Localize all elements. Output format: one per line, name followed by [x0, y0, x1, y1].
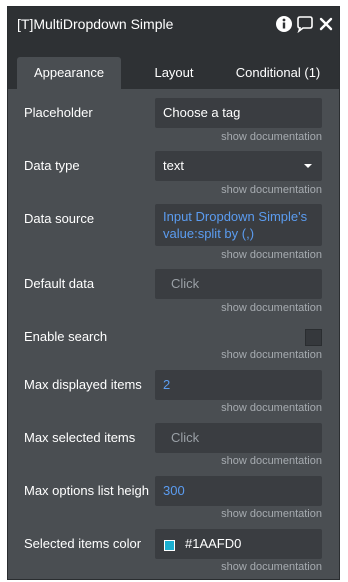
data-source-label: Data source: [24, 211, 95, 226]
tab-appearance[interactable]: Appearance: [17, 57, 121, 89]
max-selected-doc-link[interactable]: show documentation: [221, 455, 322, 467]
data-source-doc-link[interactable]: show documentation: [221, 249, 322, 261]
placeholder-doc-link[interactable]: show documentation: [221, 131, 322, 143]
color-swatch: [164, 540, 175, 551]
tab-bar: Appearance Layout Conditional (1): [8, 43, 339, 89]
selected-color-picker[interactable]: #1AAFD0: [155, 529, 322, 559]
enable-search-doc-link[interactable]: show documentation: [221, 349, 322, 361]
default-data-label: Default data: [24, 276, 95, 291]
data-type-dropdown[interactable]: text: [155, 151, 322, 181]
enable-search-label: Enable search: [24, 329, 108, 344]
max-displayed-doc-link[interactable]: show documentation: [221, 402, 322, 414]
placeholder-label: Placeholder: [24, 105, 93, 120]
selected-color-label: Selected items color: [24, 536, 142, 551]
property-editor-panel: [T]MultiDropdown Simple Appearance Layou…: [7, 6, 340, 580]
max-options-height-input[interactable]: 300: [155, 476, 322, 506]
max-displayed-input[interactable]: 2: [155, 370, 322, 400]
max-displayed-label: Max displayed items: [24, 377, 142, 392]
max-options-height-label: Max options list heigh: [24, 483, 150, 498]
default-data-doc-link[interactable]: show documentation: [221, 302, 322, 314]
default-data-input[interactable]: Click: [155, 269, 322, 299]
data-source-line-2: value:split by (,): [163, 226, 255, 241]
max-options-height-doc-link[interactable]: show documentation: [221, 508, 322, 520]
max-selected-label: Max selected items: [24, 430, 136, 445]
selected-color-value: #1AAFD0: [185, 536, 242, 551]
titlebar-icons: [272, 15, 335, 33]
enable-search-checkbox[interactable]: [305, 329, 322, 346]
max-selected-input[interactable]: Click: [155, 423, 322, 453]
chevron-down-icon: [304, 164, 312, 168]
close-icon[interactable]: [317, 15, 335, 33]
data-source-line-1: Input Dropdown Simple's: [163, 209, 308, 224]
data-type-value: text: [163, 158, 184, 173]
data-source-expression[interactable]: Input Dropdown Simple's value:split by (…: [155, 204, 322, 246]
placeholder-input[interactable]: Choose a tag: [155, 98, 322, 128]
info-icon[interactable]: [275, 15, 293, 33]
panel-title: [T]MultiDropdown Simple: [17, 16, 174, 32]
comment-icon[interactable]: [296, 15, 314, 33]
data-type-doc-link[interactable]: show documentation: [221, 184, 322, 196]
tab-layout[interactable]: Layout: [133, 57, 215, 89]
selected-color-doc-link[interactable]: show documentation: [221, 561, 322, 573]
tab-conditional[interactable]: Conditional (1): [223, 57, 333, 89]
panel-titlebar: [T]MultiDropdown Simple: [8, 7, 339, 43]
data-type-label: Data type: [24, 158, 80, 173]
